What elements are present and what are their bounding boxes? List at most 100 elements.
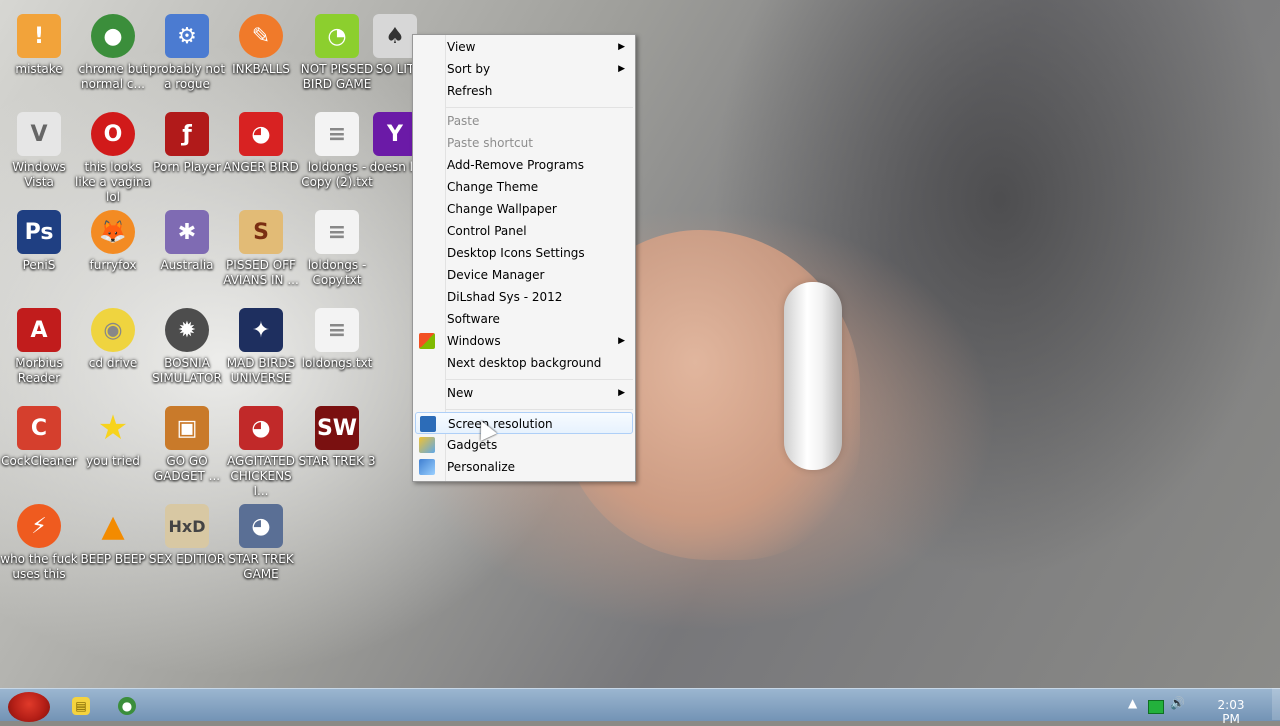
- desktop-icon-label: GO GO GADGET ...: [153, 454, 221, 483]
- desktop-icon-mad-birds-universe[interactable]: ✦ MAD BIRDS UNIVERSE: [222, 302, 300, 386]
- text-file-icon: ≡: [315, 210, 359, 254]
- desktop-icon-inkballs[interactable]: ✎ INKBALLS: [222, 8, 300, 77]
- desktop-icon-label: NOT PISSED BIRD GAME: [300, 62, 374, 91]
- yahoo-icon: Y: [373, 112, 417, 156]
- desktop-icon-star-trek-3[interactable]: SW STAR TREK 3: [298, 400, 376, 469]
- desktop-icon-cockcleaner[interactable]: C CockCleaner: [0, 400, 78, 469]
- menu-item-change-wallpaper[interactable]: Change Wallpaper: [415, 198, 633, 220]
- tray-overflow-icon[interactable]: ▲: [1128, 696, 1137, 710]
- menu-item-label: Software: [447, 312, 500, 326]
- menu-item-change-theme[interactable]: Change Theme: [415, 176, 633, 198]
- desktop-icon-label: cd drive: [88, 356, 138, 370]
- angry-bird-start-icon[interactable]: [8, 692, 50, 722]
- desktop-icon-label: this looks like a vagina lol: [75, 160, 151, 204]
- menu-item-add-remove-programs[interactable]: Add-Remove Programs: [415, 154, 633, 176]
- desktop-icon-loldongs-copy-2[interactable]: ≡ loldongs - Copy (2).txt: [298, 106, 376, 190]
- clock[interactable]: 2:03 PM: [1208, 698, 1254, 726]
- firefox-icon: 🦊: [91, 210, 135, 254]
- silver-vista-icon: V: [17, 112, 61, 156]
- submenu-arrow-icon: ▶: [618, 64, 625, 74]
- chrome-icon: ●: [91, 14, 135, 58]
- chrome-icon[interactable]: ●: [118, 697, 136, 715]
- desktop-icon-label: STAR TREK GAME: [228, 552, 294, 581]
- desktop-icon-label: you tried: [86, 454, 140, 468]
- desktop-icon-pissed-off-avians[interactable]: S PISSED OFF AVIANS IN ...: [222, 204, 300, 288]
- angry-bird-icon: ◕: [239, 112, 283, 156]
- desktop-icon-label: furryfox: [89, 258, 137, 272]
- star-icon: ★: [97, 407, 129, 448]
- submenu-arrow-icon: ▶: [618, 388, 625, 398]
- menu-item-sort-by[interactable]: Sort by ▶: [415, 58, 633, 80]
- show-desktop-button[interactable]: [1272, 688, 1280, 720]
- desktop-icon-australia[interactable]: ✱ Australia: [148, 204, 226, 273]
- desktop-icon-label: CockCleaner: [1, 454, 77, 468]
- desktop-icon-label: who the fuck uses this: [0, 552, 78, 581]
- desktop-icon-sex-editior[interactable]: HxD SEX EDITIOR: [148, 498, 226, 567]
- menu-item-label: Desktop Icons Settings: [447, 246, 585, 260]
- menu-item-personalize[interactable]: Personalize: [415, 456, 633, 478]
- desktop-icon-label: SEX EDITIOR: [148, 552, 226, 566]
- desktop-icon-beep-beep[interactable]: ▲ BEEP BEEP: [74, 498, 152, 567]
- menu-item-new[interactable]: New ▶: [415, 382, 633, 404]
- folder-warning-icon: !: [17, 14, 61, 58]
- menu-item-control-panel[interactable]: Control Panel: [415, 220, 633, 242]
- battery-icon[interactable]: [1148, 700, 1164, 714]
- desktop-icon-penis[interactable]: Ps PeniS: [0, 204, 78, 273]
- desktop-icon-label: MAD BIRDS UNIVERSE: [226, 356, 296, 385]
- adobe-reader-icon: A: [17, 308, 61, 352]
- menu-item-windows[interactable]: Windows ▶: [415, 330, 633, 352]
- desktop-icon-not-pissed-bird-game[interactable]: ◔ NOT PISSED BIRD GAME: [298, 8, 376, 92]
- menu-item-desktop-icons-settings[interactable]: Desktop Icons Settings: [415, 242, 633, 264]
- menu-item-view[interactable]: View ▶: [415, 36, 633, 58]
- menu-item-gadgets[interactable]: Gadgets: [415, 434, 633, 456]
- desktop-icon-mistake[interactable]: ! mistake: [0, 8, 78, 77]
- menu-item-label: View: [447, 40, 476, 54]
- menu-item-dilshad-sys[interactable]: DiLshad Sys - 2012: [415, 286, 633, 308]
- text-file-icon: ≡: [315, 112, 359, 156]
- angry-birds-star-wars-icon: ◕: [239, 504, 283, 548]
- paint-pen-icon: ✎: [239, 14, 283, 58]
- submenu-arrow-icon: ▶: [618, 336, 625, 346]
- explorer-icon[interactable]: ▤: [72, 697, 90, 715]
- desktop-context-menu: View ▶ Sort by ▶ Refresh Paste Paste sho…: [412, 34, 636, 482]
- menu-item-label: Refresh: [447, 84, 493, 98]
- angry-birds-space-icon: ✦: [239, 308, 283, 352]
- spider-solitaire-icon: ✱: [165, 210, 209, 254]
- cards-icon: ♠: [373, 14, 417, 58]
- menu-item-next-desktop-background[interactable]: Next desktop background: [415, 352, 633, 374]
- desktop-icon-furryfox[interactable]: 🦊 furryfox: [74, 204, 152, 273]
- desktop-icon-anger-bird[interactable]: ◕ ANGER BIRD: [222, 106, 300, 175]
- menu-item-screen-resolution[interactable]: Screen resolution: [415, 412, 633, 434]
- desktop-icon-go-go-gadget[interactable]: ▣ GO GO GADGET ...: [148, 400, 226, 484]
- desktop-icon-aggitated-chickens[interactable]: ◕ AGGITATED CHICKENS I...: [222, 400, 300, 499]
- volume-icon[interactable]: 🔊: [1170, 696, 1185, 710]
- desktop-icon-bosnia-simulator[interactable]: ✹ BOSNIA SIMULATOR: [148, 302, 226, 386]
- vlc-icon: ▲: [101, 508, 125, 544]
- desktop-icon-star-trek-game[interactable]: ◕ STAR TREK GAME: [222, 498, 300, 582]
- desktop-icon-windows-vista[interactable]: V Windows Vista: [0, 106, 78, 190]
- menu-item-paste-shortcut: Paste shortcut: [415, 132, 633, 154]
- menu-item-label: DiLshad Sys - 2012: [447, 290, 563, 304]
- desktop-icon-chrome-normal[interactable]: ● chrome but normal c...: [74, 8, 152, 92]
- personalize-icon: [419, 459, 435, 475]
- desktop-icon-porn-player[interactable]: ƒ Porn Player: [148, 106, 226, 175]
- opera-icon: O: [91, 112, 135, 156]
- desktop-icon-loldongs[interactable]: ≡ loldongs.txt: [298, 302, 376, 371]
- desktop-icon-morbius-reader[interactable]: A Morbius Reader: [0, 302, 78, 386]
- menu-item-label: Change Wallpaper: [447, 202, 557, 216]
- desktop-icon-who-the-fuck[interactable]: ⚡ who the fuck uses this: [0, 498, 78, 582]
- desktop-icon-loldongs-copy[interactable]: ≡ loldongs - Copy.txt: [298, 204, 376, 288]
- desktop-icon-probably-not-rogue[interactable]: ⚙ probably not a rogue: [148, 8, 226, 92]
- menu-item-label: Add-Remove Programs: [447, 158, 584, 172]
- minesweeper-icon: ✹: [165, 308, 209, 352]
- desktop-icon-you-tried[interactable]: ★ you tried: [74, 400, 152, 469]
- menu-item-device-manager[interactable]: Device Manager: [415, 264, 633, 286]
- menu-item-refresh[interactable]: Refresh: [415, 80, 633, 102]
- photoshop-icon: Ps: [17, 210, 61, 254]
- desktop-icon-label: Porn Player: [153, 160, 221, 174]
- menu-item-software[interactable]: Software: [415, 308, 633, 330]
- desktop-icon-opera[interactable]: O this looks like a vagina lol: [74, 106, 152, 205]
- monitor-gears-icon: ⚙: [165, 14, 209, 58]
- desktop-icon-cd-drive[interactable]: ◉ cd drive: [74, 302, 152, 371]
- desktop-icon-label: STAR TREK 3: [298, 454, 376, 468]
